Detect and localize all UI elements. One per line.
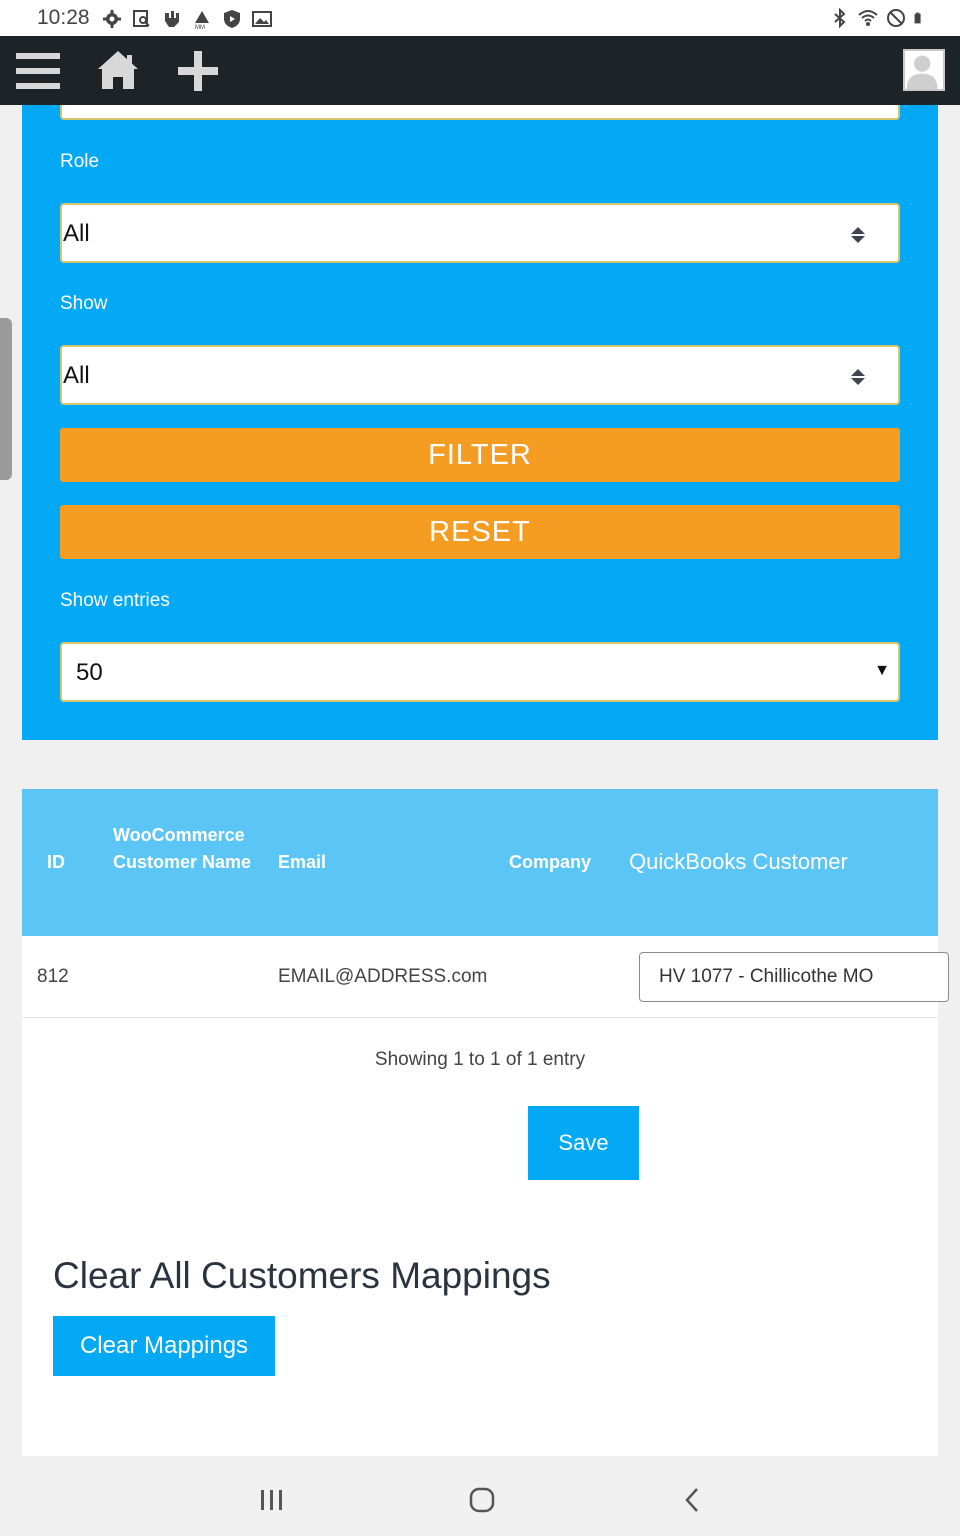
svg-text:MM: MM [195, 25, 205, 29]
column-header-id[interactable]: ID [47, 849, 65, 876]
column-header-company[interactable]: Company [509, 849, 591, 876]
sort-arrows-icon [851, 227, 865, 243]
home-icon[interactable] [96, 49, 140, 91]
system-icons [830, 8, 926, 28]
recents-icon[interactable] [258, 1488, 286, 1512]
table-info: Showing 1 to 1 of 1 entry [374, 1049, 586, 1070]
sort-arrows-icon [851, 369, 865, 385]
notification-icons: MM [102, 9, 272, 29]
image-icon [252, 11, 272, 27]
status-time: 10:28 [37, 6, 90, 29]
screenshot-search-icon [133, 10, 150, 27]
entries-select[interactable]: 50 ▼ [60, 642, 900, 702]
hamburger-menu-icon[interactable] [16, 51, 60, 91]
clear-mappings-button[interactable]: Clear Mappings [53, 1316, 275, 1376]
table-header: ID WooCommerce Customer Name Email Compa… [22, 789, 938, 936]
reset-button[interactable]: RESET [60, 505, 900, 559]
role-label: Role [60, 151, 100, 172]
column-header-email[interactable]: Email [278, 849, 326, 876]
navigation-bar [0, 1464, 960, 1536]
settings-icon [103, 10, 121, 28]
avatar-icon [906, 55, 938, 89]
app-bar [0, 36, 960, 105]
home-circle-icon[interactable] [468, 1486, 496, 1514]
entries-select-value: 50 [76, 659, 103, 686]
show-select[interactable]: All [60, 345, 900, 405]
filter-button[interactable]: FILTER [60, 428, 900, 482]
show-label: Show [60, 293, 108, 314]
back-icon[interactable] [682, 1486, 702, 1514]
plus-icon[interactable] [176, 49, 220, 93]
cell-id: 812 [37, 966, 69, 987]
role-select[interactable]: All [60, 203, 900, 263]
show-select-value: All [63, 362, 90, 389]
status-bar: 10:28 MM [0, 0, 960, 36]
qb-customer-value: HV 1077 - Chillicothe MO [659, 966, 874, 987]
show-entries-label: Show entries [60, 590, 170, 611]
avatar[interactable] [903, 49, 945, 91]
save-button[interactable]: Save [528, 1106, 639, 1180]
drive-icon: MM [195, 11, 209, 29]
qb-customer-select[interactable]: HV 1077 - Chillicothe MO [639, 952, 949, 1002]
bluetooth-icon [834, 8, 846, 28]
do-not-disturb-icon [887, 9, 905, 27]
role-select-value: All [63, 220, 90, 247]
shield-icon [224, 10, 240, 28]
dropdown-caret-icon: ▼ [874, 662, 890, 679]
battery-icon [914, 12, 921, 24]
column-header-woo-name[interactable]: WooCommerce Customer Name [113, 822, 263, 876]
section-heading: Clear All Customers Mappings [53, 1255, 551, 1296]
cell-email: EMAIL@ADDRESS.com [278, 966, 488, 987]
customer-mapping-card: ID WooCommerce Customer Name Email Compa… [22, 789, 949, 1456]
wifi-icon [858, 10, 878, 26]
filter-panel: Role All Show All FILTER RESET Show entr… [22, 99, 938, 740]
table-row: 812 EMAIL@ADDRESS.com HV 1077 - Chillico… [22, 936, 949, 1018]
column-header-qb-customer[interactable]: QuickBooks Customer [629, 849, 848, 875]
hand-icon [165, 11, 179, 27]
scroll-indicator[interactable] [0, 318, 12, 480]
